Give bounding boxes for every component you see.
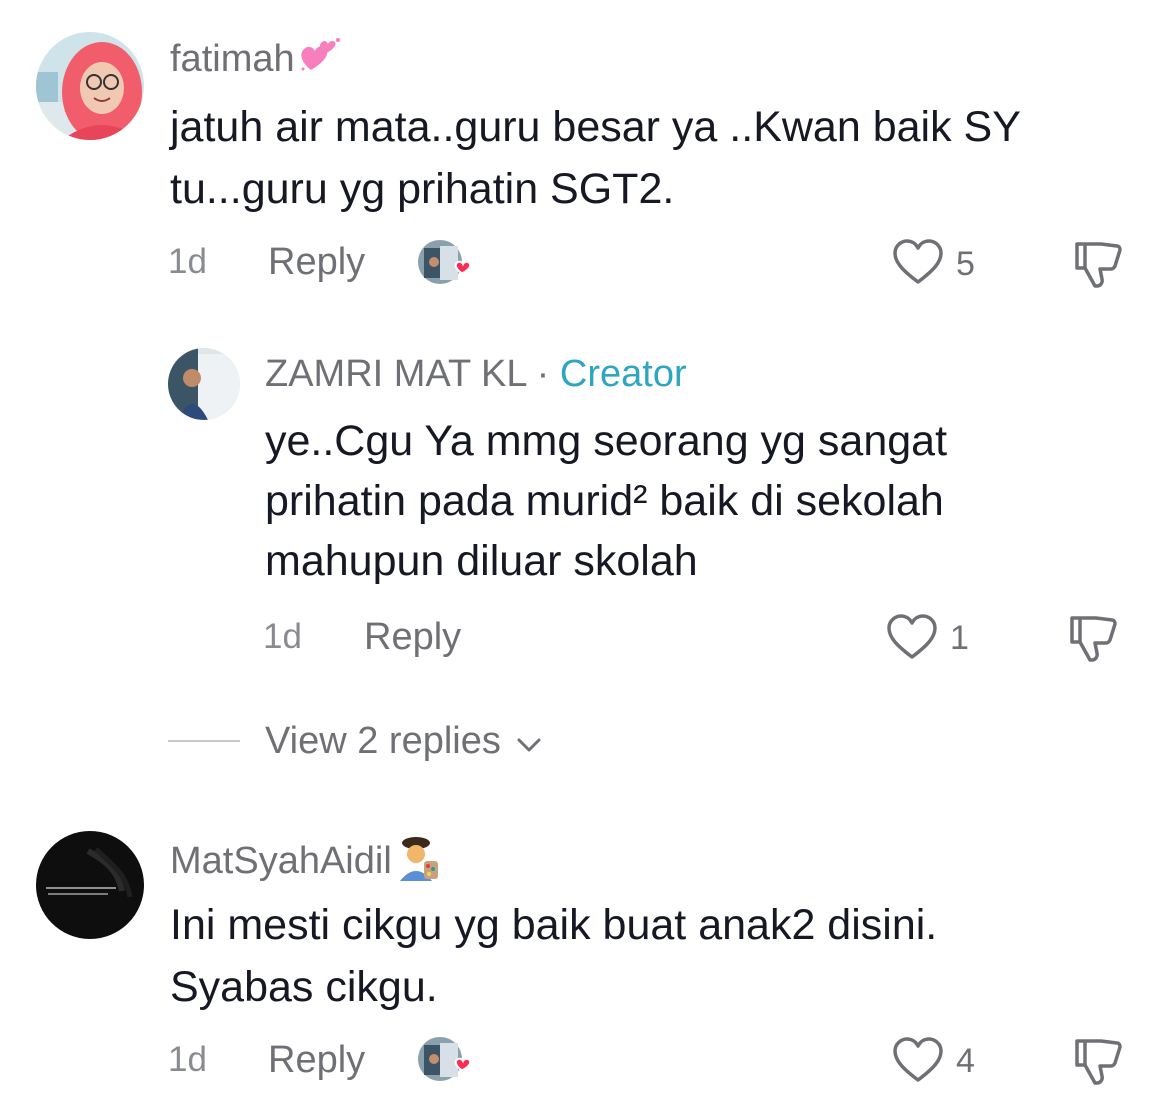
reply-text: ye..Cgu Ya mmg seorang yg sangat prihati… — [265, 411, 947, 591]
comment-text-line: Ini mesti cikgu yg baik buat anak2 disin… — [170, 901, 938, 949]
reply-username-row: ZAMRI MAT KL · Creator — [265, 352, 687, 396]
username-text[interactable]: MatSyahAidil — [170, 840, 392, 882]
comment-text-line: tu...guru yg prihatin SGT2. — [170, 165, 675, 213]
separator-dot: · — [536, 353, 550, 395]
creator-liked-icon — [418, 240, 476, 290]
heart-sparkle-icon — [297, 36, 343, 86]
dislike-icon[interactable] — [1071, 1035, 1123, 1087]
comment-username[interactable]: fatimah — [170, 36, 343, 86]
like-count: 4 — [956, 1042, 975, 1080]
like-heart-icon[interactable] — [892, 1037, 944, 1085]
reply-button[interactable]: Reply — [268, 240, 365, 284]
reply-text-line: ye..Cgu Ya mmg seorang yg sangat — [265, 417, 948, 465]
creator-liked-icon — [418, 1037, 476, 1087]
like-heart-icon[interactable] — [892, 239, 944, 287]
comment-timestamp: 1d — [168, 1040, 207, 1079]
dislike-icon[interactable] — [1071, 238, 1123, 290]
comment-timestamp: 1d — [168, 242, 207, 281]
view-replies-divider — [168, 740, 240, 742]
reply-text-line: mahupun diluar skolah — [265, 537, 698, 585]
reply-timestamp: 1d — [263, 617, 302, 656]
like-count: 1 — [950, 619, 969, 657]
dislike-icon[interactable] — [1066, 612, 1118, 664]
like-count: 5 — [956, 245, 975, 283]
reply-username[interactable]: ZAMRI MAT KL — [265, 353, 526, 395]
artist-icon — [394, 835, 442, 891]
reply-button[interactable]: Reply — [364, 615, 461, 659]
view-replies-button[interactable]: View 2 replies — [265, 719, 543, 765]
username-text[interactable]: fatimah — [170, 38, 295, 80]
reply-button[interactable]: Reply — [268, 1038, 365, 1082]
avatar[interactable] — [168, 348, 240, 420]
comment-text: Ini mesti cikgu yg baik buat anak2 disin… — [170, 894, 937, 1018]
comment-text-line: Syabas cikgu. — [170, 963, 438, 1011]
comment-username[interactable]: MatSyahAidil — [170, 835, 442, 891]
reply-text-line: prihatin pada murid² baik di sekolah — [265, 477, 944, 525]
view-replies-label: View 2 replies — [265, 720, 501, 762]
creator-badge: Creator — [559, 353, 687, 395]
chevron-down-icon — [515, 721, 543, 765]
comment-text-line: jatuh air mata..guru besar ya ..Kwan bai… — [170, 103, 1021, 151]
avatar[interactable] — [36, 32, 144, 140]
avatar[interactable] — [36, 831, 144, 939]
comment-text: jatuh air mata..guru besar ya ..Kwan bai… — [170, 96, 1021, 220]
like-heart-icon[interactable] — [886, 614, 938, 662]
